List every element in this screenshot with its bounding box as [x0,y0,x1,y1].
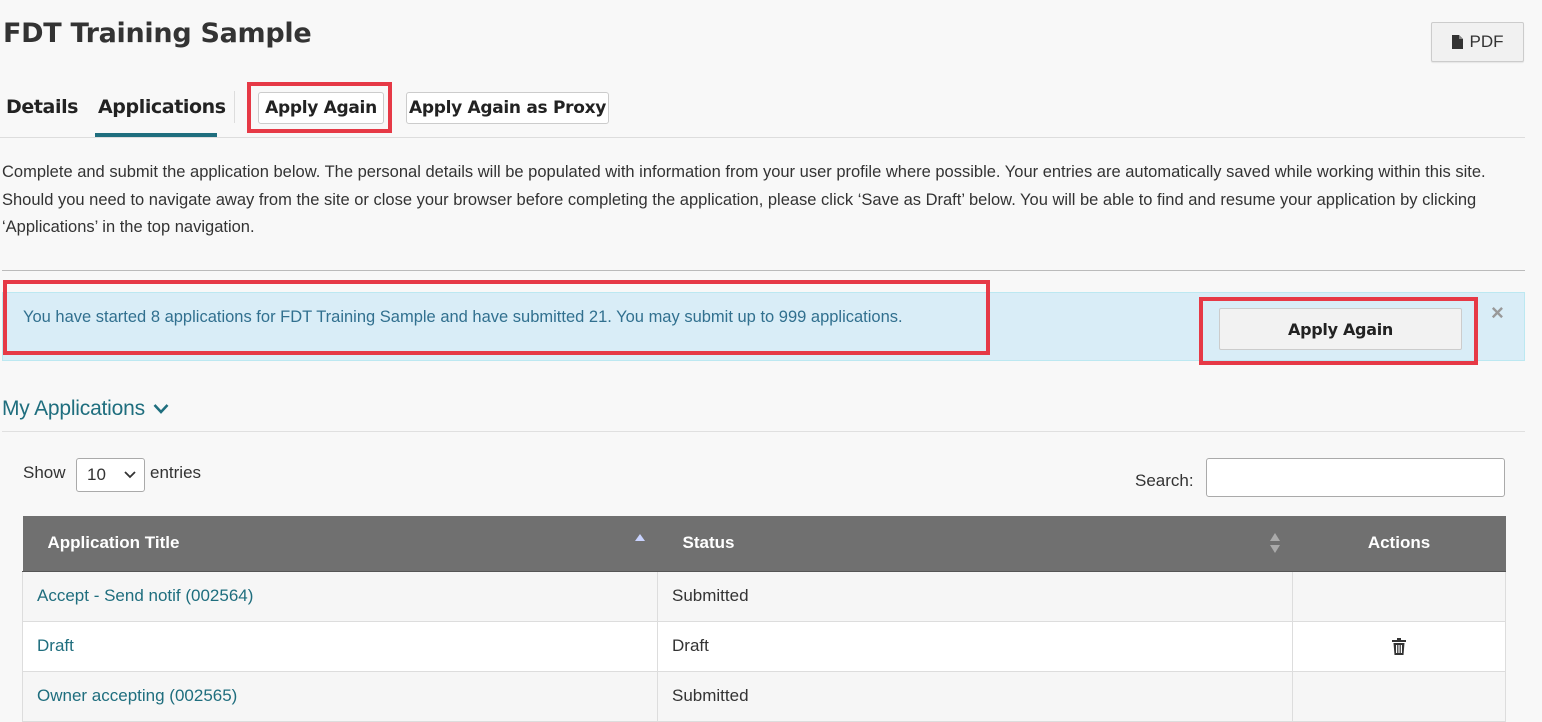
application-title-cell: Draft [22,620,658,672]
sort-icon [1269,533,1280,553]
trash-icon[interactable] [1392,638,1406,656]
tab-details[interactable]: Details [6,96,79,118]
active-tab-indicator [95,133,217,137]
actions-cell [1292,620,1506,672]
tab-applications[interactable]: Applications [98,96,226,118]
applications-alert: You have started 8 applications for FDT … [2,292,1525,361]
pdf-button[interactable]: PDF [1431,22,1524,62]
apply-again-button[interactable]: Apply Again [258,92,384,124]
chevron-down-icon [124,471,136,479]
column-header-actions: Actions [1292,516,1506,572]
applications-table: Application Title Status Actions Accept … [22,516,1506,722]
actions-cell [1292,670,1506,722]
application-link[interactable]: Owner accepting (002565) [37,686,237,705]
application-title-cell: Owner accepting (002565) [22,670,658,722]
search-label: Search: [1135,471,1194,490]
application-link[interactable]: Draft [37,636,74,655]
alert-message: You have started 8 applications for FDT … [23,308,903,326]
tab-bar: Details Applications Apply Again Apply A… [0,82,1525,138]
search-input[interactable] [1206,458,1505,497]
column-header-title[interactable]: Application Title [22,516,658,572]
tab-separator [234,91,235,123]
my-applications-toggle[interactable]: My Applications [2,397,169,421]
entries-value: 10 [87,465,106,484]
sort-ascending-icon [634,534,645,541]
section-title: My Applications [2,397,145,420]
table-row: Accept - Send notif (002564) Submitted [22,570,1506,622]
application-link[interactable]: Accept - Send notif (002564) [37,586,253,605]
actions-cell [1292,570,1506,622]
pdf-label: PDF [1469,32,1504,51]
chevron-down-icon [153,404,169,414]
application-title-cell: Accept - Send notif (002564) [22,570,658,622]
entries-select[interactable]: 10 [76,458,145,492]
file-icon [1451,35,1463,49]
entries-label: entries [150,463,202,482]
status-cell: Draft [657,620,1293,672]
section-rule [2,431,1525,432]
status-cell: Submitted [657,570,1293,622]
alert-apply-again-button[interactable]: Apply Again [1219,308,1462,350]
table-row: Owner accepting (002565) Submitted [22,670,1506,722]
status-cell: Submitted [657,670,1293,722]
table-row: Draft Draft [22,620,1506,672]
page-title: FDT Training Sample [3,18,312,49]
column-header-status[interactable]: Status [657,516,1293,572]
apply-again-proxy-button[interactable]: Apply Again as Proxy [406,92,609,124]
close-icon[interactable]: × [1491,300,1504,326]
show-label: Show [23,463,66,482]
divider [2,270,1525,271]
intro-text: Complete and submit the application belo… [2,163,1486,236]
